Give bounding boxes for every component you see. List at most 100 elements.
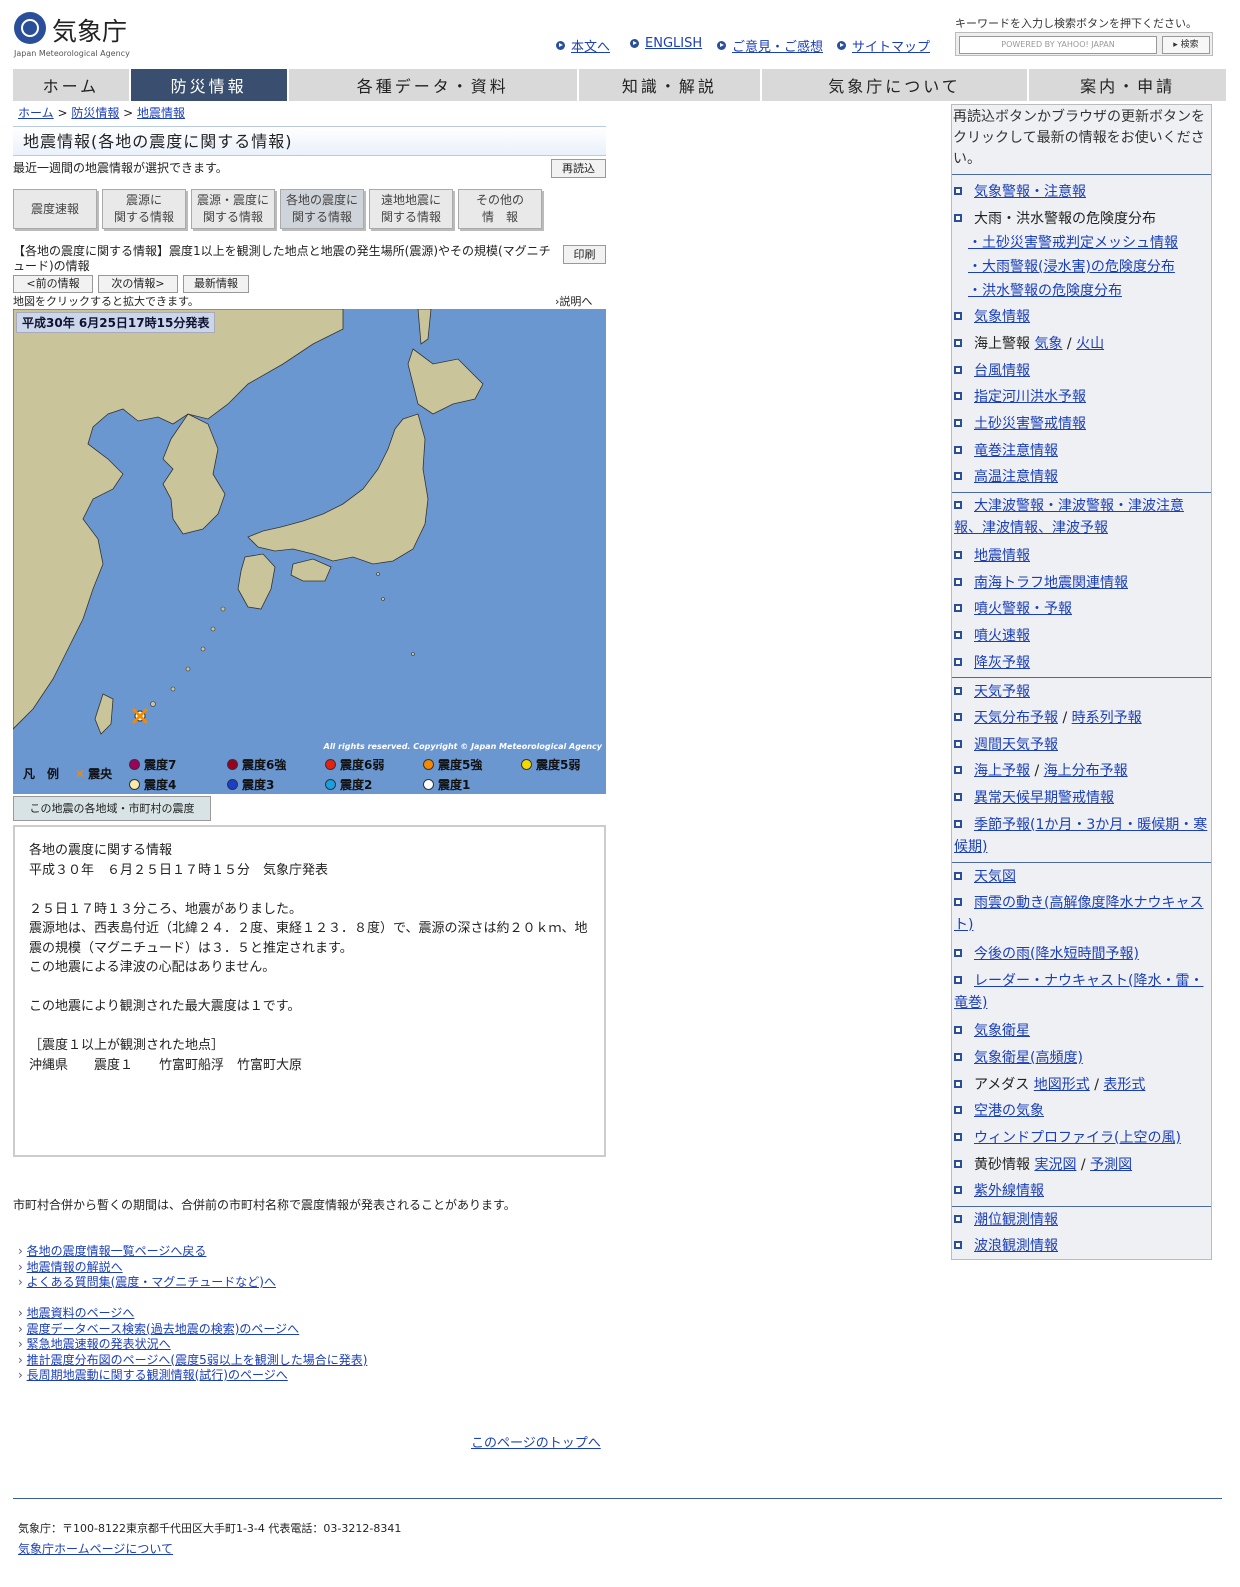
bullet-icon — [954, 687, 962, 695]
logo-subtext: Japan Meteorological Agency — [14, 49, 130, 58]
jma-logo[interactable]: 気象庁 Japan Meteorological Agency — [14, 12, 144, 64]
map-copyright: All rights reserved. Copyright © Japan M… — [323, 742, 602, 751]
sidebar-item[interactable]: 空港の気象 — [954, 1101, 1044, 1123]
sidebar-subitem[interactable]: ・土砂災害警戒判定メッシュ情報 — [968, 233, 1178, 255]
sidebar-item[interactable]: 週間天気予報 — [954, 735, 1058, 757]
sidebar-item[interactable]: レーダー・ナウキャスト(降水・雷・竜巻) — [954, 971, 1209, 1014]
sidebar-item[interactable]: 気象衛星 — [954, 1021, 1030, 1043]
nav-home[interactable]: ホーム — [13, 69, 129, 101]
link-eew-status[interactable]: 緊急地震速報の発表状況へ — [18, 1337, 367, 1353]
page-subtitle: 最近一週間の地震情報が選択できます。 — [13, 161, 228, 175]
sidebar-item[interactable]: 地震情報 — [954, 546, 1030, 568]
nav-about[interactable]: 気象庁について — [761, 69, 1028, 101]
sidebar-item[interactable]: 気象情報 — [954, 307, 1030, 329]
legend-title: 凡 例 — [23, 767, 60, 781]
sidebar-item[interactable]: 南海トラフ地震関連情報 — [954, 573, 1128, 595]
sidebar-item[interactable]: 今後の雨(降水短時間予報) — [954, 944, 1139, 966]
bullet-icon — [954, 949, 962, 957]
link-faq[interactable]: よくある質問集(震度・マグニチュードなど)へ — [18, 1275, 276, 1291]
intensity-dot-icon — [423, 779, 434, 790]
bullet-icon — [954, 872, 962, 880]
municipal-intensity-tab[interactable]: この地震の各地域・市町村の震度 — [13, 796, 211, 821]
link-info-explanation[interactable]: 地震情報の解説へ — [18, 1260, 276, 1276]
nav-data[interactable]: 各種データ・資料 — [288, 69, 578, 101]
tab-local-intensity[interactable]: 各地の震度に 関する情報 — [280, 189, 364, 229]
link-estimated-intensity[interactable]: 推計震度分布図のページへ(震度5弱以上を観測した場合に発表) — [18, 1353, 368, 1369]
search-button[interactable]: ▸ 検索 — [1162, 36, 1210, 54]
search-input[interactable]: POWERED BY YAHOO! JAPAN — [959, 36, 1157, 54]
global-nav: ホーム 防災情報 各種データ・資料 知識・解説 気象庁について 案内・申請 — [13, 69, 1226, 101]
sidebar-item[interactable]: 雨雲の動き(高解像度降水ナウキャスト) — [954, 893, 1209, 936]
footer-about-link[interactable]: 気象庁ホームページについて — [18, 1540, 173, 1557]
nav-disaster-info[interactable]: 防災情報 — [130, 69, 287, 101]
sidebar-item[interactable]: 紫外線情報 — [954, 1181, 1044, 1203]
sidebar-item[interactable]: 土砂災害警戒情報 — [954, 414, 1086, 436]
sidebar-item[interactable]: 気象警報・注意報 — [954, 182, 1086, 204]
sidebar-item[interactable]: 指定河川洪水予報 — [954, 387, 1086, 409]
sidebar-item[interactable]: 大津波警報・津波警報・津波注意報、津波情報、津波予報 — [954, 496, 1209, 539]
tab-seismic-flash[interactable]: 震度速報 — [13, 189, 97, 229]
bullet-icon — [954, 501, 962, 509]
link-feedback[interactable]: ご意見・ご感想 — [717, 36, 823, 55]
breadcrumb-disaster[interactable]: 防災情報 — [71, 106, 119, 120]
sidebar-item[interactable]: ウィンドプロファイラ(上空の風) — [954, 1128, 1181, 1150]
next-info-button[interactable]: 次の情報> — [98, 275, 178, 293]
bullet-icon — [954, 366, 962, 374]
bullet-icon — [954, 312, 962, 320]
breadcrumb-earthquake[interactable]: 地震情報 — [137, 106, 185, 120]
sidebar-item[interactable]: 噴火警報・予報 — [954, 599, 1072, 621]
search-box: POWERED BY YAHOO! JAPAN ▸ 検索 — [955, 32, 1213, 56]
link-long-period[interactable]: 長周期地震動に関する観測情報(試行)のページへ — [18, 1368, 367, 1384]
bullet-icon — [954, 766, 962, 774]
tab-hypocenter[interactable]: 震源に 関する情報 — [102, 189, 186, 229]
explain-link[interactable]: ›説明へ — [555, 293, 592, 309]
bullet-icon — [954, 187, 962, 195]
bullet-icon — [954, 446, 962, 454]
arrow-icon — [630, 39, 639, 48]
legend-item: 震度6強 — [227, 756, 286, 773]
sidebar-item[interactable]: 竜巻注意情報 — [954, 441, 1058, 463]
prev-info-button[interactable]: <前の情報 — [13, 275, 93, 293]
sidebar-item[interactable]: 天気図 — [954, 867, 1016, 889]
page-top-link[interactable]: このページのトップへ — [471, 1432, 601, 1451]
bullet-icon — [954, 713, 962, 721]
tab-hypocenter-intensity[interactable]: 震源・震度に 関する情報 — [191, 189, 275, 229]
breadcrumb-home[interactable]: ホーム — [18, 106, 54, 120]
bullet-icon — [954, 472, 962, 480]
tab-other-info[interactable]: その他の 情 報 — [458, 189, 542, 229]
footer-divider — [13, 1498, 1222, 1499]
link-intensity-database[interactable]: 震度データベース検索(過去地震の検索)のページへ — [18, 1322, 367, 1338]
page-title: 地震情報(各地の震度に関する情報) — [13, 126, 606, 156]
link-sitemap[interactable]: サイトマップ — [837, 36, 930, 55]
nav-guide[interactable]: 案内・申請 — [1029, 69, 1226, 101]
sidebar-item[interactable]: 高温注意情報 — [954, 467, 1058, 489]
sidebar-subitem[interactable]: ・大雨警報(浸水害)の危険度分布 — [968, 257, 1175, 279]
sidebar-item[interactable]: 波浪観測情報 — [954, 1236, 1058, 1258]
sidebar-item[interactable]: 潮位観測情報 — [954, 1210, 1058, 1232]
sidebar-item[interactable]: 降灰予報 — [954, 653, 1030, 675]
link-main-content[interactable]: 本文へ — [556, 36, 610, 55]
tab-distant-earthquake[interactable]: 遠地地震に 関する情報 — [369, 189, 453, 229]
sidebar-item[interactable]: 気象衛星(高頻度) — [954, 1048, 1083, 1070]
link-english[interactable]: ENGLISH — [630, 36, 702, 51]
link-earthquake-data[interactable]: 地震資料のページへ — [18, 1306, 367, 1322]
nav-knowledge[interactable]: 知識・解説 — [579, 69, 760, 101]
sidebar-item[interactable]: 天気予報 — [954, 682, 1030, 704]
sidebar-item: 黄砂情報 実況図 / 予測図 — [954, 1155, 1132, 1177]
sidebar-item: 大雨・洪水警報の危険度分布 — [954, 209, 1156, 231]
sidebar-item[interactable]: 噴火速報 — [954, 626, 1030, 648]
map-graphic — [13, 309, 484, 735]
sidebar-subitem[interactable]: ・洪水警報の危険度分布 — [968, 281, 1122, 303]
sidebar-item[interactable]: 季節予報(1か月・3か月・暖候期・寒候期) — [954, 815, 1209, 858]
latest-info-button[interactable]: 最新情報 — [183, 275, 249, 293]
reload-button[interactable]: 再読込 — [551, 159, 606, 178]
link-intensity-list[interactable]: 各地の震度情報一覧ページへ戻る — [18, 1244, 276, 1260]
sidebar-item[interactable]: 異常天候早期警戒情報 — [954, 788, 1114, 810]
sidebar-item: 海上予報 / 海上分布予報 — [954, 761, 1128, 783]
print-button[interactable]: 印刷 — [563, 245, 606, 264]
sidebar-item[interactable]: 台風情報 — [954, 361, 1030, 383]
earthquake-map[interactable]: 平成30年 6月25日17時15分発表 All rights reserved.… — [13, 309, 606, 753]
bullet-icon — [954, 658, 962, 666]
bullet-icon — [954, 419, 962, 427]
bullet-icon — [954, 740, 962, 748]
